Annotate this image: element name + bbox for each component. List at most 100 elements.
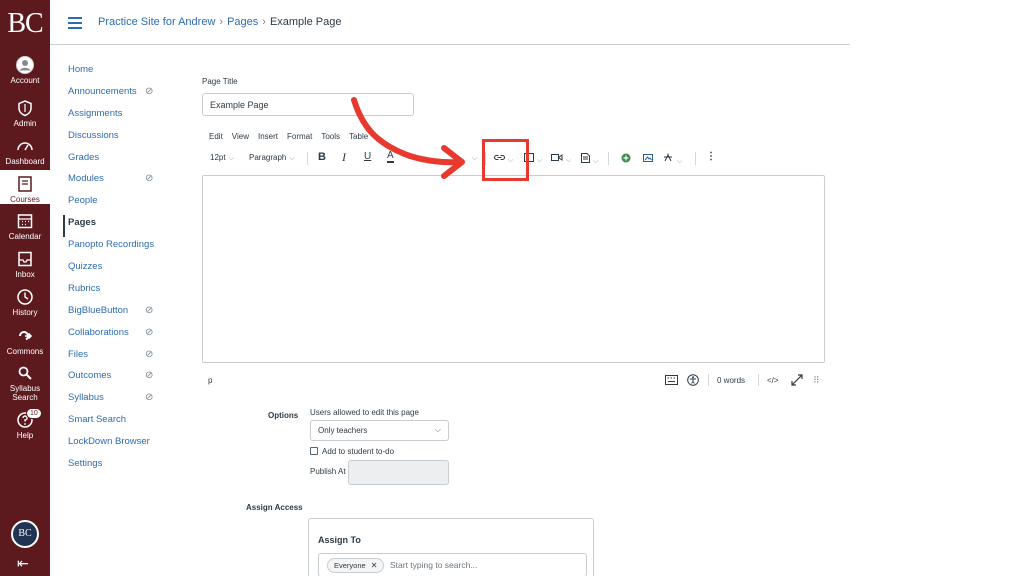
course-nav-outcomes[interactable]: Outcomes ⊘: [63, 368, 183, 390]
course-nav-label: Syllabus: [68, 392, 104, 404]
course-nav-people[interactable]: People: [63, 193, 183, 215]
global-nav-help-label: Help: [16, 431, 34, 440]
global-nav-courses[interactable]: Courses: [0, 170, 50, 204]
more-options-button[interactable]: ⋮: [706, 151, 716, 162]
course-nav-quizzes[interactable]: Quizzes: [63, 259, 183, 281]
menu-edit[interactable]: Edit: [209, 132, 223, 141]
menu-tools[interactable]: Tools: [321, 132, 340, 141]
course-nav-home[interactable]: Home: [63, 62, 183, 84]
accessibility-icon[interactable]: [687, 374, 699, 386]
course-nav-panopto-recordings[interactable]: Panopto Recordings: [63, 237, 183, 259]
statusbar-divider: [758, 374, 759, 386]
keyboard-shortcuts-icon[interactable]: [665, 375, 678, 385]
course-nav-collaborations[interactable]: Collaborations ⊘: [63, 325, 183, 347]
global-nav-admin[interactable]: Admin: [0, 99, 50, 128]
chevron-down-icon: ⌵: [228, 155, 234, 162]
course-nav-discussions[interactable]: Discussions: [63, 128, 183, 150]
fullscreen-icon[interactable]: [791, 374, 803, 386]
global-nav-dashboard[interactable]: Dashboard: [0, 137, 50, 166]
bold-button[interactable]: B: [318, 151, 326, 163]
course-nav-settings[interactable]: Settings: [63, 456, 183, 478]
assign-to-title: Assign To: [318, 535, 361, 545]
hamburger-menu-icon[interactable]: [68, 17, 82, 29]
global-nav-admin-label: Admin: [13, 119, 37, 128]
accessibility-checker-button[interactable]: ⌵: [663, 153, 682, 166]
publish-at-input[interactable]: [348, 460, 449, 485]
media-button[interactable]: ⌵: [551, 153, 571, 165]
assignee-chip-label: Everyone: [334, 561, 366, 570]
checkbox-icon[interactable]: [310, 447, 318, 455]
institution-logo[interactable]: BC: [0, 8, 50, 40]
menu-insert[interactable]: Insert: [258, 132, 278, 141]
element-path[interactable]: p: [208, 376, 212, 385]
course-nav-announcements[interactable]: Announcements ⊘: [63, 84, 183, 106]
breadcrumb: Practice Site for Andrew › Pages › Example P…: [98, 16, 341, 28]
global-nav-history-label: History: [12, 308, 38, 317]
font-size-value: 12pt: [210, 153, 226, 162]
course-nav-label: Assignments: [68, 107, 123, 119]
course-nav-pages[interactable]: Pages: [63, 215, 183, 238]
app-root: BC Account Admin Dashboard Courses Calen…: [0, 0, 1024, 576]
assign-to-placeholder: Start typing to search...: [390, 560, 478, 570]
institution-seal-logo[interactable]: BC: [9, 518, 41, 550]
course-nav-label: Discussions: [68, 129, 119, 141]
apps-button[interactable]: [621, 153, 631, 165]
course-nav-label: Panopto Recordings: [68, 239, 155, 251]
block-format-select[interactable]: Paragraph ⌵: [249, 153, 295, 163]
global-nav-calendar[interactable]: Calendar: [0, 212, 50, 241]
global-nav-commons[interactable]: Commons: [0, 327, 50, 356]
html-editor-toggle[interactable]: </>: [767, 376, 779, 385]
course-nav-modules[interactable]: Modules ⊘: [63, 171, 183, 193]
embed-icon: [643, 154, 653, 162]
hidden-eye-icon: ⊘: [145, 85, 154, 97]
assignee-chip[interactable]: Everyone ✕: [327, 558, 385, 573]
course-nav-label: Outcomes: [68, 370, 112, 382]
course-nav-smart-search[interactable]: Smart Search: [63, 412, 183, 434]
global-nav-account[interactable]: Account: [0, 56, 50, 85]
embed-button[interactable]: [643, 153, 653, 165]
breadcrumb-course[interactable]: Practice Site for Andrew: [98, 16, 215, 28]
course-nav-label: LockDown Browser: [68, 436, 150, 448]
global-nav-help[interactable]: 10 Help: [0, 408, 50, 440]
rich-content-editor-area[interactable]: [202, 175, 825, 363]
history-icon: [17, 289, 33, 305]
course-nav-assignments[interactable]: Assignments: [63, 106, 183, 128]
course-nav-files[interactable]: Files ⊘: [63, 347, 183, 369]
chevron-down-icon: ⌵: [434, 425, 441, 434]
apps-plugin-icon: [621, 153, 631, 163]
resize-handle-icon[interactable]: ⠿: [813, 375, 820, 386]
course-nav-syllabus[interactable]: Syllabus ⊘: [63, 390, 183, 412]
course-nav-label: BigBlueButton: [68, 304, 129, 316]
student-todo-checkbox[interactable]: Add to student to-do: [310, 447, 394, 456]
global-nav-history[interactable]: History: [0, 288, 50, 317]
breadcrumb-pages[interactable]: Pages: [227, 16, 258, 28]
word-count[interactable]: 0 words: [717, 376, 745, 385]
course-nav-rubrics[interactable]: Rubrics: [63, 281, 183, 303]
global-nav-account-label: Account: [10, 76, 40, 85]
menu-format[interactable]: Format: [287, 132, 312, 141]
collapse-nav-icon[interactable]: ⇤: [17, 555, 29, 572]
toolbar-divider: [307, 152, 308, 165]
close-icon[interactable]: ✕: [371, 561, 378, 570]
chevron-down-icon: ⌵: [289, 155, 295, 162]
global-nav-inbox[interactable]: Inbox: [0, 250, 50, 279]
font-size-select[interactable]: 12pt ⌵: [210, 153, 234, 163]
help-notification-badge: 10: [26, 408, 42, 419]
document-button[interactable]: ⌵: [581, 153, 598, 166]
assign-to-input[interactable]: Everyone ✕ Start typing to search...: [318, 553, 587, 576]
toolbar-divider: [695, 152, 696, 165]
menu-view[interactable]: View: [232, 132, 249, 141]
plugin-icon: [664, 153, 672, 162]
course-nav-label: Pages: [68, 217, 96, 229]
edit-permission-select[interactable]: Only teachers ⌵: [310, 420, 449, 441]
course-nav-lockdown-browser[interactable]: LockDown Browser: [63, 434, 183, 456]
hidden-eye-icon: ⊘: [145, 304, 154, 316]
course-nav-grades[interactable]: Grades: [63, 150, 183, 172]
inbox-icon: [18, 251, 32, 267]
course-nav-bigbluebutton[interactable]: BigBlueButton ⊘: [63, 303, 183, 325]
courses-icon: [18, 176, 32, 192]
global-nav: BC Account Admin Dashboard Courses Calen…: [0, 0, 50, 576]
commons-icon: [19, 331, 33, 341]
global-nav-syllabus-search[interactable]: Syllabus Search: [0, 364, 50, 402]
account-icon: [16, 56, 34, 74]
